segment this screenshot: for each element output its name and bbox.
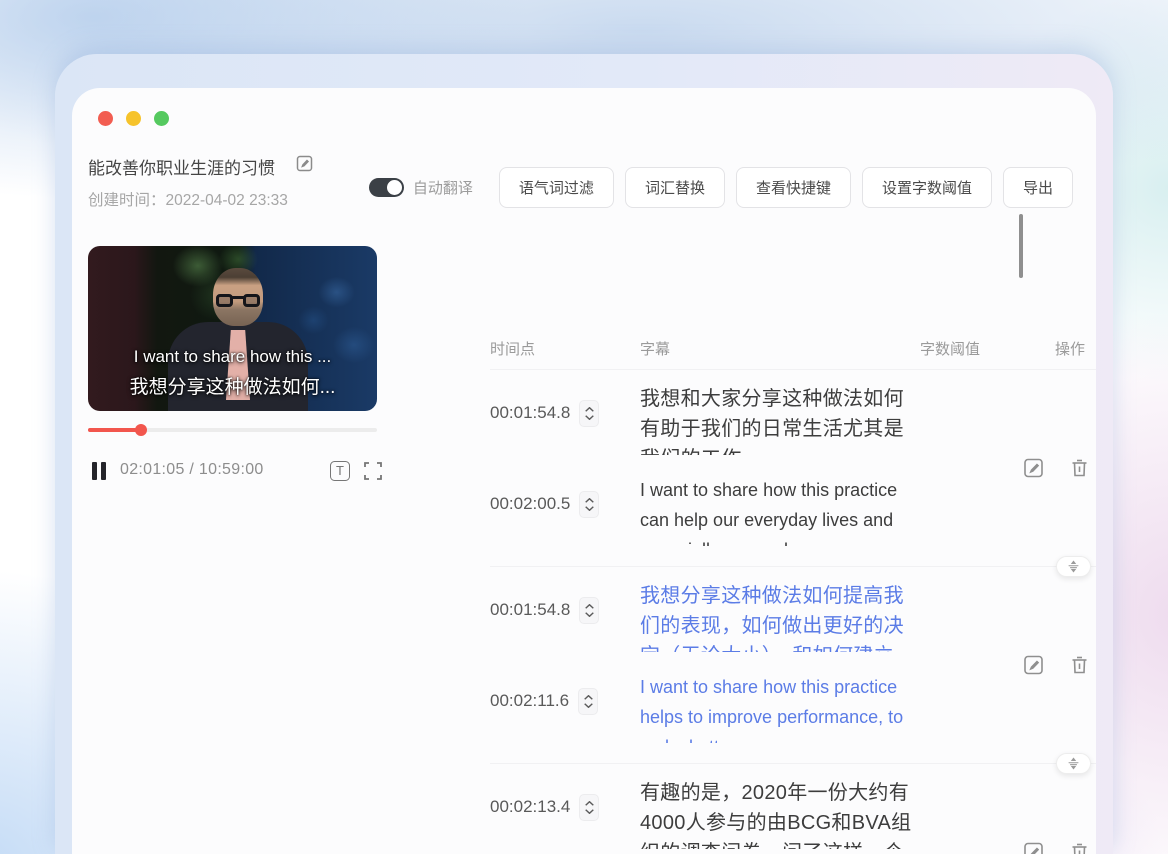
video-preview[interactable]: I want to share how this ... 我想分享这种做法如何.… (88, 246, 377, 411)
subtitle-row-group: 00:01:54.8 我想和大家分享这种做法如何有助于我们的日常生活尤其是我们的… (490, 370, 1096, 577)
timestamp-value[interactable]: 00:02:00.5 (490, 494, 570, 514)
toolbar: 自动翻译 语气词过滤 词汇替换 查看快捷键 设置字数阈值 导出 (368, 167, 1073, 208)
progress-fill (88, 428, 141, 432)
playback-time: 02:01:05 / 10:59:00 (120, 461, 264, 478)
timestamp-cell: 00:01:54.8 (490, 384, 640, 455)
edit-title-icon[interactable] (296, 155, 313, 177)
subtitle-text-zh[interactable]: 我想分享这种做法如何提高我们的表现，如何做出更好的决定（无论大小），和如何建立 (640, 581, 922, 652)
subtitle-text-en[interactable]: I want to share how this practice can he… (640, 475, 922, 546)
time-stepper[interactable] (578, 688, 599, 715)
vocabulary-replace-button[interactable]: 词汇替换 (624, 167, 725, 208)
timestamp-cell: 00:02:11.6 (490, 672, 640, 743)
set-word-threshold-button[interactable]: 设置字数阈值 (861, 167, 992, 208)
timestamp-cell: 00:01:54.8 (490, 581, 640, 652)
delete-icon[interactable] (1069, 458, 1090, 479)
col-header-threshold: 字数阈值 (920, 341, 981, 358)
delete-icon[interactable] (1069, 655, 1090, 676)
time-stepper[interactable] (579, 400, 600, 427)
video-subtitle-zh: 我想分享这种做法如何... (129, 377, 336, 398)
traffic-close-button[interactable] (98, 111, 113, 126)
col-header-subtitle: 字幕 (640, 341, 671, 358)
table-header: 时间点 字幕 字数阈值 操作 (490, 332, 1096, 370)
toggle-knob (386, 180, 402, 195)
subtitle-subrow-zh: 00:01:54.8 我想分享这种做法如何提高我们的表现，如何做出更好的决定（无… (490, 581, 1096, 652)
subtitle-text-en[interactable]: I want to share how this practice helps … (640, 672, 922, 743)
filler-words-filter-button[interactable]: 语气词过滤 (498, 167, 614, 208)
col-header-actions: 操作 (1055, 341, 1086, 358)
timestamp-value[interactable]: 00:01:54.8 (490, 600, 570, 620)
col-header-timestamp: 时间点 (490, 341, 536, 358)
merge-subtitle-button[interactable] (1056, 556, 1091, 577)
timestamp-cell: 00:02:13.4 (490, 778, 640, 849)
row-actions (1023, 458, 1096, 479)
timestamp-value[interactable]: 00:02:13.4 (490, 797, 570, 817)
merge-subtitle-button[interactable] (1056, 753, 1091, 774)
row-actions (1023, 842, 1096, 854)
edit-icon[interactable] (1023, 458, 1044, 479)
subtitle-row-group: 00:02:13.4 有趣的是，2020年一份大约有4000人参与的由BCG和B… (490, 764, 1096, 854)
subtitle-row-group-active: 00:01:54.8 我想分享这种做法如何提高我们的表现，如何做出更好的决定（无… (490, 567, 1096, 774)
auto-translate-toggle-group: 自动翻译 (368, 177, 473, 198)
subtitle-table: 时间点 字幕 字数阈值 操作 00:01:54.8 我想和大家分享这种做法如何有… (490, 332, 1096, 854)
export-button[interactable]: 导出 (1002, 167, 1073, 208)
subtitle-t-icon[interactable]: T (330, 461, 350, 481)
player-controls: 02:01:05 / 10:59:00 T (92, 460, 383, 484)
timestamp-cell: 00:02:00.5 (490, 475, 640, 546)
subtitle-text-zh[interactable]: 有趣的是，2020年一份大约有4000人参与的由BCG和BVA组织的调查问卷，问… (640, 778, 922, 849)
row-actions (1023, 655, 1096, 676)
time-stepper[interactable] (579, 491, 600, 518)
auto-translate-toggle[interactable] (368, 178, 404, 197)
subtitle-subrow-zh: 00:02:13.4 有趣的是，2020年一份大约有4000人参与的由BCG和B… (490, 778, 1096, 849)
view-shortcuts-button[interactable]: 查看快捷键 (735, 167, 851, 208)
traffic-maximize-button[interactable] (154, 111, 169, 126)
video-subtitle-en: I want to share how this ... (133, 347, 332, 366)
page-title: 能改善你职业生涯的习惯 (88, 159, 275, 178)
traffic-minimize-button[interactable] (126, 111, 141, 126)
progress-bar[interactable] (88, 424, 377, 436)
edit-icon[interactable] (1023, 842, 1044, 854)
subtitle-subrow-en: 00:02:00.5 I want to share how this prac… (490, 475, 1096, 546)
progress-handle[interactable] (135, 424, 147, 436)
created-time: 创建时间：2022-04-02 23:33 (88, 192, 288, 209)
timestamp-value[interactable]: 00:01:54.8 (490, 403, 570, 423)
time-stepper[interactable] (579, 597, 600, 624)
edit-icon[interactable] (1023, 655, 1044, 676)
delete-icon[interactable] (1069, 842, 1090, 854)
auto-translate-label: 自动翻译 (412, 180, 473, 197)
subtitle-text-zh[interactable]: 我想和大家分享这种做法如何有助于我们的日常生活尤其是我们的工作 (640, 384, 922, 455)
subtitle-subrow-en: 00:02:11.6 I want to share how this prac… (490, 672, 1096, 743)
table-scrollbar[interactable] (1019, 214, 1023, 278)
pause-icon[interactable] (92, 462, 107, 480)
fullscreen-icon[interactable] (363, 461, 383, 481)
time-stepper[interactable] (579, 794, 600, 821)
timestamp-value[interactable]: 00:02:11.6 (490, 691, 569, 711)
subtitle-subrow-zh: 00:01:54.8 我想和大家分享这种做法如何有助于我们的日常生活尤其是我们的… (490, 384, 1096, 455)
